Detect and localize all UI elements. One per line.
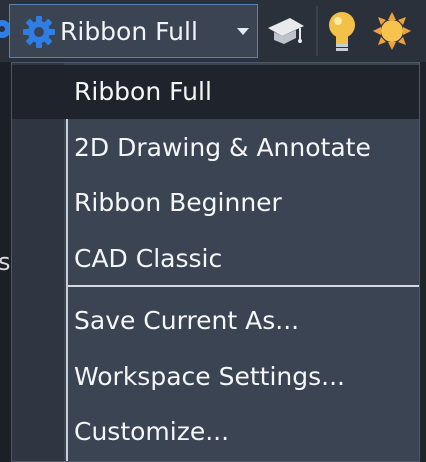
chevron-down-icon[interactable] (236, 26, 250, 36)
menu-item-ribbon-full[interactable]: Ribbon Full (12, 65, 419, 119)
menu-item-save-current-as[interactable]: Save Current As... (12, 294, 419, 348)
toolbar-divider (316, 6, 318, 56)
menu-item-customize[interactable]: Customize... (12, 405, 419, 459)
menu-item-cad-classic[interactable]: CAD Classic (12, 232, 419, 286)
background-panel (420, 62, 426, 462)
workspace-menu: Ribbon Full 2D Drawing & Annotate Ribbon… (11, 62, 420, 462)
gear-icon (23, 16, 55, 48)
menu-separator (68, 285, 419, 287)
workspace-current-label: Ribbon Full (60, 17, 198, 46)
background-text: s (0, 248, 11, 276)
top-toolbar: Ribbon Full (0, 0, 426, 62)
menu-item-2d-drawing-annotate[interactable]: 2D Drawing & Annotate (12, 121, 419, 175)
menu-item-workspace-settings[interactable]: Workspace Settings... (12, 350, 419, 404)
lightbulb-icon[interactable] (320, 6, 364, 56)
sun-icon[interactable] (370, 6, 414, 56)
menu-item-ribbon-beginner[interactable]: Ribbon Beginner (12, 176, 419, 230)
workspace-dropdown[interactable]: Ribbon Full (9, 4, 258, 58)
graduation-cap-icon[interactable] (264, 6, 308, 56)
